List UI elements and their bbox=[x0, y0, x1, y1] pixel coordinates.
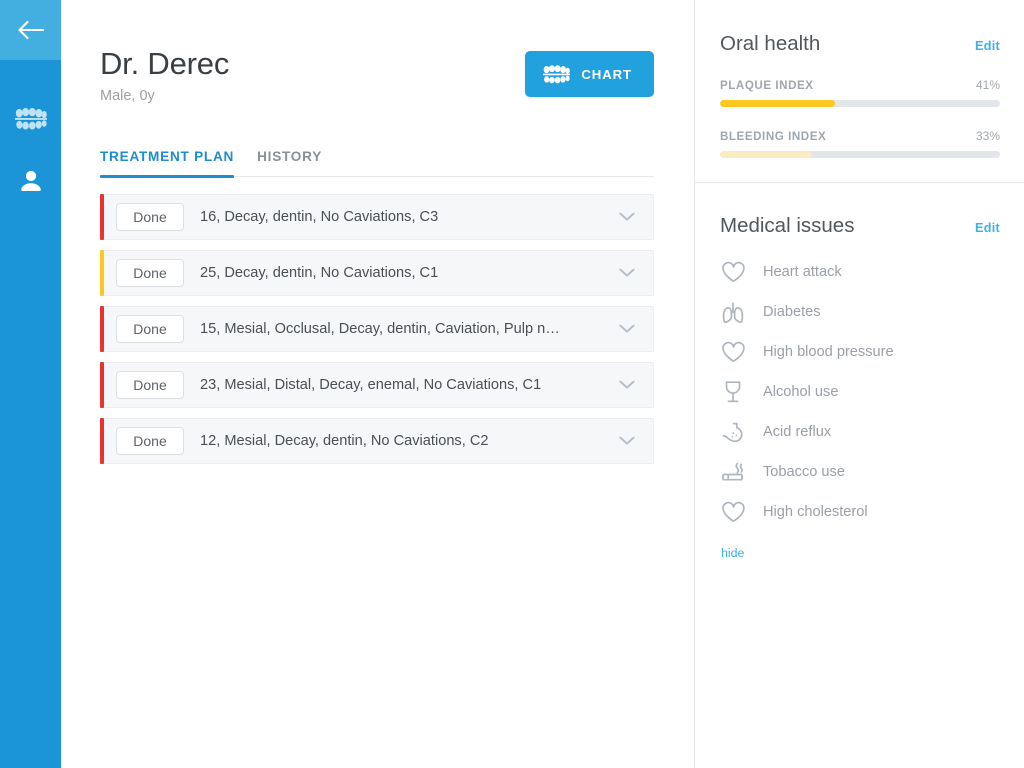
chevron-down-icon[interactable] bbox=[609, 268, 653, 278]
tab-bar: TREATMENT PLAN HISTORY bbox=[100, 140, 654, 178]
medical-issues-section: Medical issues Edit Heart attack Diabete… bbox=[695, 183, 1024, 562]
list-item[interactable]: Acid reflux bbox=[720, 412, 1000, 452]
medical-issues-list: Heart attack Diabetes High blood pressur… bbox=[720, 252, 1000, 532]
issue-label: High blood pressure bbox=[763, 344, 894, 360]
severity-accent-bar bbox=[100, 194, 104, 240]
severity-accent-bar bbox=[100, 418, 104, 464]
oral-health-header: Oral health Edit bbox=[720, 32, 1000, 56]
issue-label: Heart attack bbox=[763, 264, 842, 280]
treatment-plan-list: Done 16, Decay, dentin, No Caviations, C… bbox=[100, 194, 654, 464]
severity-accent-bar bbox=[100, 306, 104, 352]
progress-track bbox=[720, 151, 1000, 158]
sidebar-item-patient[interactable] bbox=[0, 150, 61, 212]
metric-value: 41% bbox=[975, 78, 1000, 92]
metric-label: BLEEDING INDEX bbox=[720, 130, 827, 143]
status-badge: Done bbox=[116, 315, 184, 343]
table-row[interactable]: Done 12, Mesial, Decay, dentin, No Cavia… bbox=[100, 418, 654, 464]
section-title: Oral health bbox=[720, 32, 821, 55]
stomach-icon bbox=[720, 421, 746, 444]
table-row[interactable]: Done 25, Decay, dentin, No Caviations, C… bbox=[100, 250, 654, 296]
severity-accent-bar bbox=[100, 250, 104, 296]
metric-label: PLAQUE INDEX bbox=[720, 79, 814, 92]
issue-label: Tobacco use bbox=[763, 464, 845, 480]
issue-label: Alcohol use bbox=[763, 384, 839, 400]
treatment-description: 23, Mesial, Distal, Decay, enemal, No Ca… bbox=[200, 377, 542, 393]
list-item[interactable]: High blood pressure bbox=[720, 332, 1000, 372]
back-button[interactable] bbox=[0, 0, 61, 60]
heart-icon bbox=[720, 501, 746, 524]
table-row[interactable]: Done 23, Mesial, Distal, Decay, enemal, … bbox=[100, 362, 654, 408]
patient-identity: Dr. Derec Male, 0y bbox=[100, 46, 229, 105]
list-item[interactable]: Alcohol use bbox=[720, 372, 1000, 412]
metric-header: PLAQUE INDEX 41% bbox=[720, 78, 1000, 92]
medical-issues-header: Medical issues Edit bbox=[720, 214, 1000, 238]
status-badge: Done bbox=[116, 427, 184, 455]
list-item[interactable]: Heart attack bbox=[720, 252, 1000, 292]
severity-accent-bar bbox=[100, 362, 104, 408]
lungs-icon bbox=[720, 301, 746, 324]
progress-fill bbox=[720, 100, 835, 107]
right-panel: Oral health Edit PLAQUE INDEX 41% BLEEDI… bbox=[694, 0, 1024, 768]
list-item[interactable]: Tobacco use bbox=[720, 452, 1000, 492]
metric-plaque-index: PLAQUE INDEX 41% bbox=[720, 78, 1000, 107]
hide-medical-issues-link[interactable]: hide bbox=[721, 546, 744, 560]
metric-value: 33% bbox=[975, 129, 1000, 143]
treatment-description: 16, Decay, dentin, No Caviations, C3 bbox=[200, 209, 439, 225]
section-title: Medical issues bbox=[720, 214, 855, 237]
metric-bleeding-index: BLEEDING INDEX 33% bbox=[720, 129, 1000, 158]
status-badge: Done bbox=[116, 371, 184, 399]
list-item[interactable]: High cholesterol bbox=[720, 492, 1000, 532]
teeth-icon bbox=[14, 108, 47, 130]
status-badge: Done bbox=[116, 259, 184, 287]
heart-icon bbox=[720, 261, 746, 284]
issue-label: Acid reflux bbox=[763, 424, 832, 440]
progress-fill bbox=[720, 151, 813, 158]
patient-meta: Male, 0y bbox=[100, 88, 155, 104]
chart-button[interactable]: CHART bbox=[525, 51, 654, 97]
chevron-down-icon[interactable] bbox=[609, 324, 653, 334]
arrow-left-icon bbox=[17, 20, 44, 40]
chevron-down-icon[interactable] bbox=[609, 436, 653, 446]
issue-label: High cholesterol bbox=[763, 504, 868, 520]
chart-button-label: CHART bbox=[581, 66, 632, 82]
page-title: Dr. Derec bbox=[100, 46, 230, 81]
oral-health-section: Oral health Edit PLAQUE INDEX 41% BLEEDI… bbox=[695, 0, 1024, 183]
chevron-down-icon[interactable] bbox=[609, 212, 653, 222]
treatment-description: 12, Mesial, Decay, dentin, No Caviations… bbox=[200, 433, 489, 449]
chevron-down-icon[interactable] bbox=[609, 380, 653, 390]
edit-medical-issues-button[interactable]: Edit bbox=[975, 221, 1000, 235]
treatment-description: 15, Mesial, Occlusal, Decay, dentin, Cav… bbox=[200, 321, 560, 337]
patient-header: Dr. Derec Male, 0y CHART bbox=[100, 0, 654, 105]
table-row[interactable]: Done 15, Mesial, Occlusal, Decay, dentin… bbox=[100, 306, 654, 352]
edit-oral-health-button[interactable]: Edit bbox=[975, 39, 1000, 53]
tab-history[interactable]: HISTORY bbox=[257, 149, 322, 176]
treatment-description: 25, Decay, dentin, No Caviations, C1 bbox=[200, 265, 439, 281]
person-icon bbox=[18, 168, 44, 194]
app-root: Dr. Derec Male, 0y CHART TREATMENT PLAN … bbox=[0, 0, 1024, 768]
heart-icon bbox=[720, 341, 746, 364]
tab-label: HISTORY bbox=[257, 149, 323, 164]
teeth-icon bbox=[543, 64, 571, 84]
status-badge: Done bbox=[116, 203, 184, 231]
progress-track bbox=[720, 100, 1000, 107]
wine-glass-icon bbox=[720, 380, 746, 404]
sidebar bbox=[0, 0, 61, 768]
tab-treatment-plan[interactable]: TREATMENT PLAN bbox=[100, 149, 235, 178]
main-content: Dr. Derec Male, 0y CHART TREATMENT PLAN … bbox=[61, 0, 694, 768]
list-item[interactable]: Diabetes bbox=[720, 292, 1000, 332]
tab-label: TREATMENT PLAN bbox=[100, 149, 235, 164]
cigarette-icon bbox=[720, 461, 746, 483]
issue-label: Diabetes bbox=[763, 304, 821, 320]
metric-header: BLEEDING INDEX 33% bbox=[720, 129, 1000, 143]
sidebar-item-chart[interactable] bbox=[0, 88, 61, 150]
table-row[interactable]: Done 16, Decay, dentin, No Caviations, C… bbox=[100, 194, 654, 240]
